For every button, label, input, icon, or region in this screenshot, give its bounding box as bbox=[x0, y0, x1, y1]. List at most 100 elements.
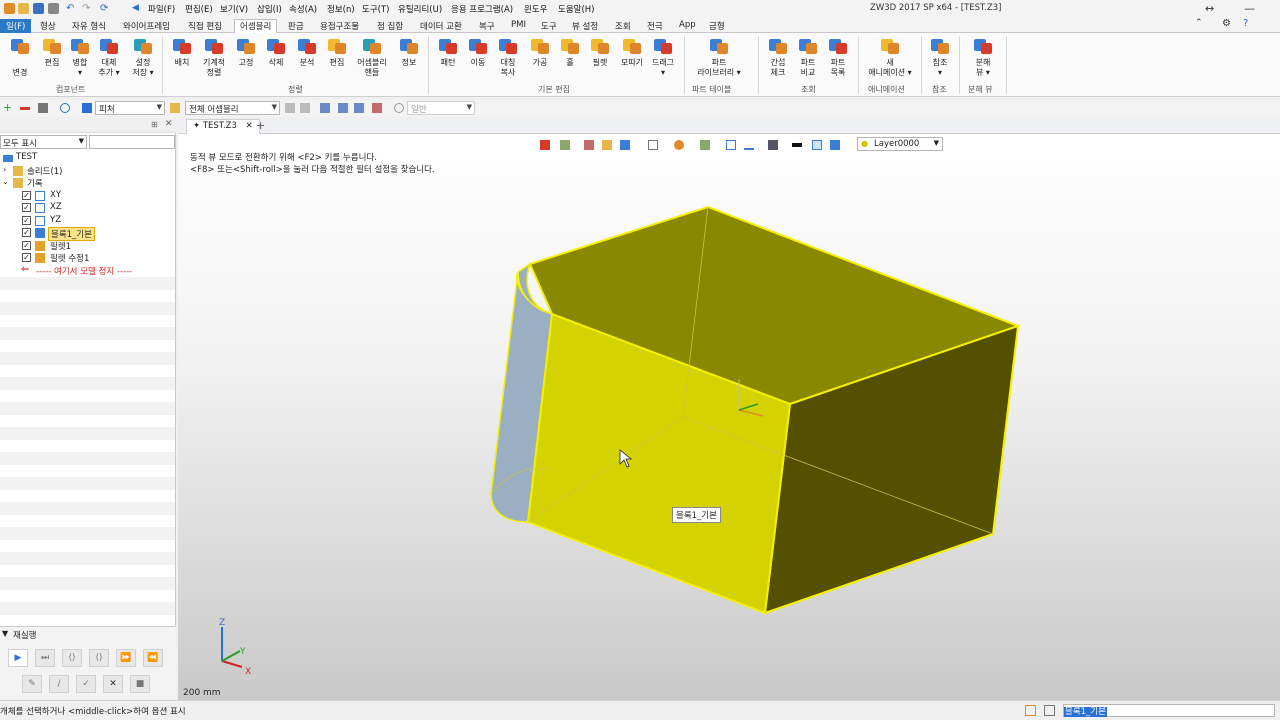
edit-step-button[interactable]: / bbox=[49, 675, 69, 693]
filter-icon[interactable] bbox=[82, 103, 92, 113]
change-button[interactable]: 변경 bbox=[6, 36, 34, 77]
tab-mold[interactable]: 금형 bbox=[709, 19, 725, 33]
menu-insert[interactable]: 삽입(I) bbox=[257, 3, 282, 15]
tab-sheetmetal[interactable]: 판금 bbox=[288, 19, 304, 33]
visibility-checkbox[interactable]: ✓ bbox=[22, 228, 31, 237]
fast-forward-button[interactable]: ⏩ bbox=[116, 649, 136, 667]
fillet-button[interactable]: 필렛 bbox=[586, 36, 614, 68]
pattern-button[interactable]: 패턴 bbox=[434, 36, 462, 68]
tab-shape[interactable]: 형상 bbox=[40, 19, 56, 33]
settings-save-button[interactable]: 설정 저장 ▾ bbox=[128, 36, 158, 77]
visibility-checkbox[interactable]: ✓ bbox=[22, 190, 31, 200]
debug-button[interactable]: ✎ bbox=[22, 675, 42, 693]
part-list-button[interactable]: 파트 목록 bbox=[824, 36, 852, 77]
merge-button[interactable]: 병합 ▾ bbox=[66, 36, 94, 77]
remove-icon[interactable] bbox=[20, 107, 30, 110]
replace-add-button[interactable]: 대체 추가 ▾ bbox=[94, 36, 124, 77]
tab-weldment[interactable]: 용접구조물 bbox=[320, 19, 359, 33]
menu-utility[interactable]: 유틸리티(U) bbox=[398, 3, 442, 15]
settings-icon[interactable]: ⚙ bbox=[1222, 18, 1231, 29]
tab-point-cloud[interactable]: 점 집합 bbox=[377, 19, 403, 33]
tab-pmi[interactable]: PMI bbox=[511, 19, 526, 33]
menu-attribute[interactable]: 속성(A) bbox=[289, 3, 317, 15]
play-button[interactable]: ▶ bbox=[8, 649, 28, 667]
command-input[interactable]: 블록1_기본 bbox=[1063, 704, 1275, 717]
open-icon[interactable] bbox=[18, 3, 29, 14]
tab-assembly[interactable]: 어셈블리 bbox=[234, 19, 278, 33]
assembly-handle-button[interactable]: 어셈블리 핸들 bbox=[354, 36, 390, 77]
machining-button[interactable]: 가공 bbox=[526, 36, 554, 68]
menu-window[interactable]: 윈도우 bbox=[524, 3, 547, 15]
new-tab-icon[interactable]: + bbox=[256, 119, 265, 132]
select-box-icon[interactable] bbox=[354, 103, 364, 113]
interference-check-button[interactable]: 간섭 체크 bbox=[764, 36, 792, 77]
pick-filter-icon[interactable] bbox=[285, 103, 295, 113]
tree-item-history[interactable]: ⌄ 기록 bbox=[0, 177, 175, 190]
edit-constraint-button[interactable]: 편집 bbox=[323, 36, 351, 68]
menu-tools[interactable]: 도구(T) bbox=[362, 3, 389, 15]
general-icon[interactable] bbox=[394, 103, 404, 113]
delete-constraint-button[interactable]: 삭제 bbox=[262, 36, 290, 68]
tab-tools[interactable]: 도구 bbox=[541, 19, 557, 33]
redo-icon[interactable]: ↷ bbox=[82, 3, 93, 14]
save-icon[interactable] bbox=[33, 3, 44, 14]
pointer-icon[interactable] bbox=[372, 103, 382, 113]
add-icon[interactable]: + bbox=[3, 101, 13, 114]
filter-select[interactable]: 피처 ▼ bbox=[95, 101, 165, 115]
place-button[interactable]: 배치 bbox=[168, 36, 196, 68]
hole-button[interactable]: 홀 bbox=[556, 36, 584, 68]
step-out-button[interactable]: ⟨⟩ bbox=[89, 649, 109, 667]
tree-item-stop-marker[interactable]: ⇐ ----- 여기서 모델 정지 ----- bbox=[0, 264, 175, 278]
visibility-checkbox[interactable]: ✓ bbox=[22, 240, 31, 250]
tree-item-plane-xz[interactable]: ✓ XZ bbox=[0, 202, 175, 215]
undo-icon[interactable]: ↶ bbox=[66, 3, 77, 14]
tab-data-exchange[interactable]: 데이터 교환 bbox=[420, 19, 462, 33]
solid-model[interactable]: Z Y X bbox=[178, 134, 1280, 700]
back-icon[interactable]: ◀ bbox=[132, 3, 143, 14]
view-options-icon[interactable] bbox=[38, 103, 48, 113]
menu-view[interactable]: 보기(V) bbox=[220, 3, 248, 15]
visibility-checkbox[interactable]: ✓ bbox=[22, 203, 31, 212]
part-compare-button[interactable]: 파트 비교 bbox=[794, 36, 822, 77]
tree-item-plane-xy[interactable]: ✓ XY bbox=[0, 190, 175, 203]
chamfer-button[interactable]: 모따기 bbox=[617, 36, 647, 68]
collapse-icon[interactable]: ▼ bbox=[2, 629, 8, 638]
regen-icon[interactable]: ⟳ bbox=[100, 3, 111, 14]
tree-item-block1[interactable]: ✓ 블록1_기본 bbox=[0, 227, 175, 241]
tree-item-root[interactable]: TEST bbox=[0, 152, 175, 165]
tab-app[interactable]: App bbox=[679, 19, 696, 33]
ribbon-collapse-icon[interactable]: ⌃ bbox=[1195, 18, 1203, 28]
modify-button[interactable]: ✓ bbox=[76, 675, 96, 693]
fix-button[interactable]: 고정 bbox=[232, 36, 260, 68]
menu-file[interactable]: 파일(F) bbox=[148, 3, 175, 15]
menu-help[interactable]: 도움말(H) bbox=[558, 3, 594, 15]
tab-direct-edit[interactable]: 직접 편집 bbox=[188, 19, 222, 33]
expand-icon[interactable]: › bbox=[3, 165, 6, 174]
reference-button[interactable]: 참조 ▾ bbox=[926, 36, 954, 77]
tab-freeform[interactable]: 자유 형식 bbox=[72, 19, 106, 33]
tab-repair[interactable]: 복구 bbox=[479, 19, 495, 33]
tab-inquiry[interactable]: 조회 bbox=[615, 19, 631, 33]
step-in-button[interactable]: ⟨⟩ bbox=[62, 649, 82, 667]
shape-icon[interactable] bbox=[60, 103, 70, 113]
assembly-scope-icon[interactable] bbox=[170, 103, 180, 113]
assembly-scope-select[interactable]: 전체 어셈블리 ▼ bbox=[185, 101, 280, 115]
minimize-icon[interactable]: — bbox=[1244, 2, 1255, 15]
close-tab-icon[interactable]: ✕ bbox=[246, 121, 253, 131]
new-animation-button[interactable]: 새 애니메이션 ▾ bbox=[863, 36, 917, 77]
tab-wireframe[interactable]: 와이어프레임 bbox=[123, 19, 170, 33]
panel-pin-icon[interactable]: ⊞ bbox=[151, 120, 158, 129]
select-icon[interactable] bbox=[338, 103, 348, 113]
list-icon[interactable] bbox=[1044, 705, 1055, 716]
rewind-button[interactable]: ⏪ bbox=[143, 649, 163, 667]
menu-edit[interactable]: 편집(E) bbox=[185, 3, 213, 15]
layer-filter-icon[interactable] bbox=[320, 103, 330, 113]
print-icon[interactable] bbox=[48, 3, 59, 14]
tab-file[interactable]: 일(F) bbox=[0, 19, 32, 33]
info-button[interactable]: 정보 bbox=[395, 36, 423, 68]
panel-toggle-icon[interactable] bbox=[1025, 705, 1036, 716]
tab-test-z3[interactable]: ✦ TEST.Z3 ✕ bbox=[186, 119, 260, 134]
drag-button[interactable]: 드래그 ▾ bbox=[648, 36, 678, 77]
cancel-button[interactable]: ✕ bbox=[103, 675, 123, 693]
general-select[interactable]: 일반 ▼ bbox=[407, 101, 475, 115]
